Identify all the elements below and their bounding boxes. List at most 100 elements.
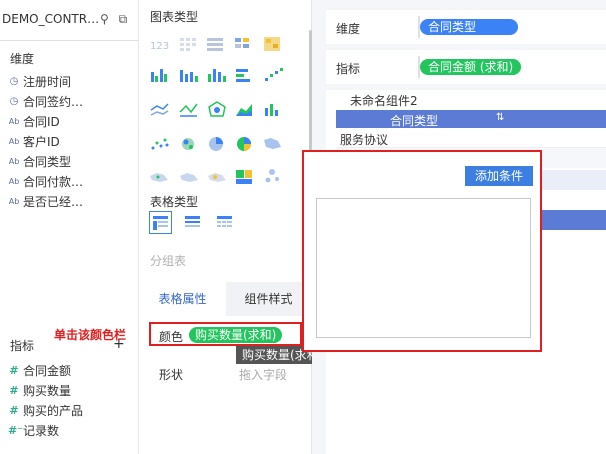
grouped-bar-icon[interactable]	[151, 69, 167, 82]
dimension-field-item[interactable]: Ab 是否已经…	[8, 191, 83, 211]
field-label: 合同ID	[23, 114, 60, 129]
tab-component-style[interactable]: 组件样式	[226, 282, 311, 316]
measure-field-item[interactable]: # 购买数量	[8, 380, 71, 400]
point-map-icon[interactable]	[150, 173, 168, 182]
line-chart-icon[interactable]	[150, 103, 169, 116]
text-type-icon: Ab	[8, 176, 20, 186]
measure-field-item[interactable]: #⁻ 记录数	[8, 420, 59, 440]
measure-field-item[interactable]: # 合同金额	[8, 360, 71, 380]
text-type-icon: Ab	[8, 196, 20, 206]
table-type-title: 表格类型	[150, 195, 199, 209]
table-type-selected-icon[interactable]	[149, 211, 172, 234]
text-type-icon: Ab	[8, 136, 20, 146]
field-label: 合同付款…	[23, 174, 84, 189]
table-row: 服务协议	[336, 128, 606, 148]
table-header: 合同类型 ⇅	[336, 110, 512, 128]
cross-table-type-icon[interactable]	[185, 216, 200, 227]
measure-shelf-label: 指标	[336, 62, 361, 76]
field-label: 合同金额	[23, 363, 72, 378]
data-panel: DEMO_CONTR… ⚲ ⧉ 维度 ◷ 注册时间 ◷ 合同签约… Ab 合同I…	[0, 0, 139, 454]
heat-table-icon[interactable]	[264, 37, 280, 51]
field-label: 记录数	[23, 423, 60, 438]
color-field-row[interactable]: 颜色 购买数量(求和)	[149, 322, 302, 346]
copy-icon[interactable]: ⧉	[119, 12, 128, 26]
property-tabs: 表格属性 组件样式	[139, 282, 311, 316]
color-label: 颜色	[159, 330, 184, 344]
dimension-field-item[interactable]: Ab 合同类型	[8, 151, 71, 171]
flow-map-icon[interactable]	[208, 173, 226, 182]
dataset-tools: ⚲ ⧉	[100, 12, 127, 27]
count-icon: #⁻	[8, 423, 24, 437]
scatter-chart-icon[interactable]	[151, 138, 169, 150]
table-cell: 服务协议	[340, 133, 389, 147]
measure-field-pill[interactable]: 合同金额 (求和)	[420, 59, 522, 75]
sort-icon[interactable]: ⇅	[496, 112, 504, 123]
condition-list-box[interactable]	[316, 198, 531, 338]
group-table-label: 分组表	[150, 254, 187, 268]
measure-field-item[interactable]: # 购买的产品	[8, 400, 83, 420]
tab-table-properties[interactable]: 表格属性	[139, 282, 226, 316]
area-chart-icon[interactable]	[236, 104, 252, 116]
grouped-table-icon[interactable]	[235, 38, 249, 48]
component-title[interactable]: 未命名组件2	[350, 92, 418, 109]
color-field-pill[interactable]: 购买数量(求和)	[189, 327, 283, 343]
clock-icon: ◷	[9, 75, 19, 87]
detail-table-icon[interactable]	[207, 38, 223, 51]
detail-table-type-icon[interactable]	[217, 216, 232, 227]
horizontal-bar-icon[interactable]	[236, 69, 250, 82]
combo-chart-icon[interactable]	[265, 104, 278, 116]
number-icon: #	[9, 383, 19, 397]
add-condition-button[interactable]: 添加条件	[465, 166, 533, 186]
number-icon: #	[9, 363, 19, 377]
svg-text:123: 123	[150, 41, 169, 52]
radar-chart-icon[interactable]	[208, 101, 226, 117]
condition-popup: 添加条件	[302, 150, 542, 352]
dimension-section-label: 维度	[10, 52, 35, 66]
table-header-label: 合同类型	[390, 114, 439, 128]
field-label: 合同签约…	[23, 94, 84, 109]
pie-chart-icon[interactable]	[209, 137, 223, 151]
scatter-bar-icon[interactable]	[265, 68, 283, 81]
map-chart-icon[interactable]	[264, 138, 281, 149]
search-icon[interactable]: ⚲	[100, 12, 109, 26]
area-line-icon[interactable]	[179, 103, 198, 117]
dimension-field-item[interactable]: ◷ 注册时间	[8, 71, 71, 91]
treemap-icon[interactable]	[236, 170, 252, 184]
chart-type-grid: 123	[150, 37, 283, 184]
heat-map-icon[interactable]	[180, 173, 198, 182]
app-root: DEMO_CONTR… ⚲ ⧉ 维度 ◷ 注册时间 ◷ 合同签约… Ab 合同I…	[0, 0, 606, 454]
shape-drop-placeholder[interactable]: 拖入字段	[239, 366, 287, 383]
dataset-title[interactable]: DEMO_CONTR…	[2, 12, 99, 26]
table-chart-icon[interactable]: 123	[150, 41, 169, 52]
clock-icon: ◷	[9, 95, 19, 107]
dimension-field-item[interactable]: Ab 合同ID	[8, 111, 60, 131]
dimension-shelf[interactable]: 维度 合同类型	[326, 10, 606, 44]
table-header-cell	[512, 110, 606, 128]
field-label: 合同类型	[23, 154, 72, 169]
cursor-icon: +	[113, 336, 125, 352]
field-label: 客户ID	[23, 134, 60, 149]
text-type-icon: Ab	[8, 116, 20, 126]
cross-table-icon[interactable]	[180, 38, 196, 51]
bar-chart-icon[interactable]	[180, 70, 198, 82]
dimension-field-pill[interactable]: 合同类型	[420, 19, 518, 35]
stacked-bar-icon[interactable]	[208, 69, 226, 82]
shape-label: 形状	[159, 368, 184, 382]
field-label: 购买数量	[23, 383, 72, 398]
donut-chart-icon[interactable]	[237, 137, 251, 151]
measure-shelf[interactable]: 指标 合同金额 (求和)	[326, 50, 606, 84]
field-label: 是否已经…	[23, 194, 84, 209]
dimension-field-item[interactable]: Ab 客户ID	[8, 131, 60, 151]
dimension-field-item[interactable]: ◷ 合同签约…	[8, 91, 83, 111]
text-type-icon: Ab	[8, 156, 20, 166]
measure-section-label: 指标	[10, 339, 35, 353]
bubble-chart-icon[interactable]	[182, 138, 194, 150]
dimension-field-item[interactable]: Ab 合同付款…	[8, 171, 83, 191]
funnel-chart-icon[interactable]	[265, 169, 280, 183]
number-icon: #	[9, 403, 19, 417]
dimension-shelf-label: 维度	[336, 22, 361, 36]
chart-type-title: 图表类型	[150, 10, 199, 24]
table-type-grid	[149, 211, 232, 234]
field-label: 购买的产品	[23, 403, 84, 418]
divider	[0, 40, 138, 41]
